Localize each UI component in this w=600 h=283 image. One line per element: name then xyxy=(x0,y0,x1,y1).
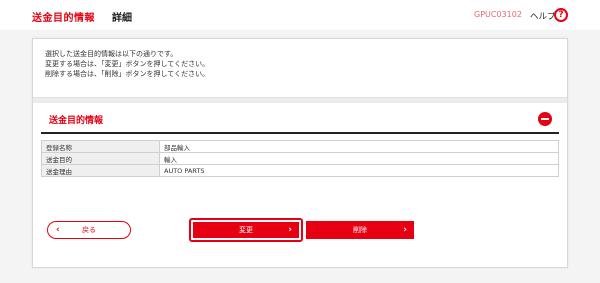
section-divider xyxy=(33,97,567,103)
help-link[interactable]: ヘルプ xyxy=(530,10,556,22)
back-button-label: 戻る xyxy=(82,226,96,234)
intro-line: 選択した送金目的情報は以下の通りです。 xyxy=(45,50,178,58)
section-rule xyxy=(41,132,559,134)
row-value: 輸入 xyxy=(159,152,559,165)
help-icon[interactable]: ? xyxy=(554,8,568,22)
change-button-focus-ring: 変更 › xyxy=(189,218,303,242)
detail-panel: 選択した送金目的情報は以下の通りです。 変更する場合は、「変更」ボタンを押してく… xyxy=(32,38,568,268)
delete-button-label: 削除 xyxy=(353,226,367,234)
chevron-right-icon: › xyxy=(288,225,292,235)
intro-line: 削除する場合は、「削除」ボタンを押してください。 xyxy=(45,70,210,78)
page-header: 送金目的情報 詳細 GPUC03102 ヘルプ ? xyxy=(0,0,600,30)
info-table: 登録名称 部品輸入 送金目的 輸入 送金理由 AUTO PARTS xyxy=(41,140,559,177)
chevron-left-icon: ‹ xyxy=(56,225,60,235)
page-title: 送金目的情報 xyxy=(32,13,95,24)
change-button-label: 変更 xyxy=(239,226,253,234)
screen-id: GPUC03102 xyxy=(474,10,522,19)
intro-text: 選択した送金目的情報は以下の通りです。 変更する場合は、「変更」ボタンを押してく… xyxy=(45,49,209,79)
intro-line: 変更する場合は、「変更」ボタンを押してください。 xyxy=(45,60,210,68)
table-row: 送金理由 AUTO PARTS xyxy=(41,164,559,177)
section-title: 送金目的情報 xyxy=(49,116,104,126)
back-button[interactable]: ‹ 戻る xyxy=(47,221,131,239)
row-label: 登録名称 xyxy=(41,140,160,153)
chevron-right-icon: › xyxy=(403,225,407,235)
delete-button[interactable]: 削除 › xyxy=(306,221,414,239)
row-value: 部品輸入 xyxy=(159,140,559,153)
table-row: 登録名称 部品輸入 xyxy=(41,140,559,153)
row-label: 送金理由 xyxy=(41,164,160,177)
row-label: 送金目的 xyxy=(41,152,160,165)
table-row: 送金目的 輸入 xyxy=(41,152,559,165)
minus-circle-icon[interactable] xyxy=(538,112,552,126)
page-subtitle: 詳細 xyxy=(112,13,132,24)
row-value: AUTO PARTS xyxy=(159,164,559,177)
change-button[interactable]: 変更 › xyxy=(193,222,299,238)
